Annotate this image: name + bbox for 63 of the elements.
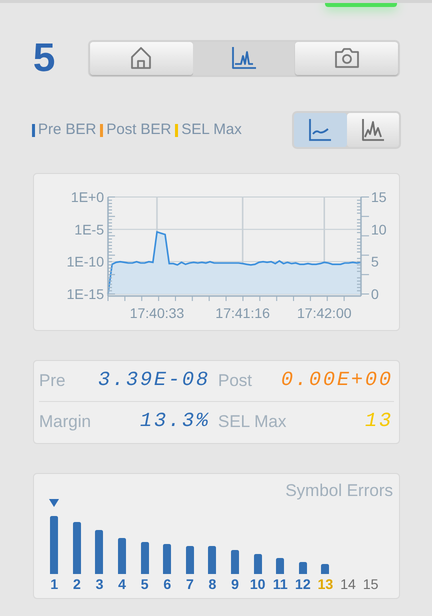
stat-label: Post [218, 370, 252, 392]
axis-label: 1E-15 [66, 286, 104, 302]
axis-label: 1E+0 [70, 189, 104, 205]
view-tab[interactable] [295, 42, 398, 74]
bar-label: 13 [318, 575, 334, 594]
stat-label: SEL Max [218, 411, 286, 434]
chart-mode-button[interactable] [346, 113, 399, 147]
bar-label: 10 [250, 575, 266, 594]
channel-number: 5 [33, 38, 56, 78]
bar-label: 3 [96, 575, 104, 594]
stat-value: 13.3% [140, 409, 210, 435]
bar-label: 4 [118, 575, 126, 594]
camera-icon [334, 47, 360, 69]
error-bar [298, 562, 307, 574]
error-bar [208, 546, 216, 574]
bar-label: 9 [231, 575, 239, 594]
error-bar [50, 516, 58, 574]
axis-label: 1E-5 [74, 221, 104, 238]
chart-mode-button[interactable] [294, 113, 346, 147]
bar-label: 5 [140, 575, 149, 594]
bar-label: 8 [208, 575, 216, 594]
line-chart-icon [308, 118, 332, 142]
axis-label: 0 [371, 286, 379, 302]
axis-label: 1E-10 [66, 254, 104, 270]
home-icon [130, 46, 152, 70]
axis-label: 17:42:00 [297, 305, 352, 321]
legend-label: Post BER [106, 120, 172, 140]
error-bar [231, 550, 240, 574]
legend-label: Pre BER [38, 120, 96, 140]
view-tab[interactable] [90, 42, 193, 74]
bar-label: 1 [50, 575, 58, 594]
axis-label: 17:40:33 [130, 305, 184, 321]
panel-title: Symbol Errors [285, 480, 393, 502]
error-bar [321, 564, 330, 574]
stat-value: 3.39E-08 [98, 368, 210, 394]
error-bar [72, 522, 81, 574]
error-bar [276, 558, 284, 574]
bar-label: 15 [362, 575, 378, 594]
bar-label: 6 [163, 575, 172, 594]
bar-label: 2 [72, 575, 81, 594]
error-bar [140, 542, 149, 574]
error-bar [186, 546, 194, 574]
legend-label: SEL Max [181, 120, 242, 140]
bar-label: 7 [186, 575, 194, 594]
error-bar [118, 538, 126, 574]
view-tab[interactable] [192, 42, 296, 74]
bar-label: 12 [295, 575, 311, 594]
stat-value: 0.00E+00 [280, 368, 393, 394]
error-bar [163, 544, 172, 574]
axis-label: 5 [371, 254, 379, 270]
axis-label: 15 [371, 189, 387, 205]
stat-label: Margin [39, 411, 91, 434]
bar-label: 14 [340, 575, 356, 594]
error-bar [254, 554, 262, 574]
stat-value: 13 [364, 409, 393, 435]
chart-icon [231, 46, 257, 70]
axis-label: 10 [371, 221, 387, 238]
bar-label: 11 [272, 575, 288, 594]
status-light [325, 3, 397, 7]
error-bar [95, 530, 104, 574]
stat-label: Pre [39, 370, 66, 392]
axis-label: 17:41:16 [215, 305, 270, 321]
peaks-chart-icon [360, 118, 385, 142]
